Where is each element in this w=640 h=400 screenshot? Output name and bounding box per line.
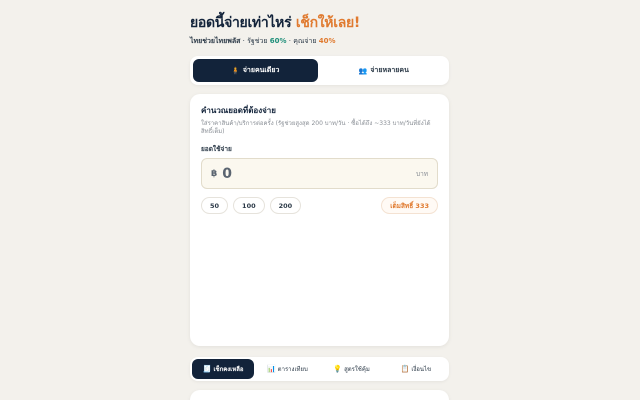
currency-unit: บาท — [415, 169, 428, 178]
tab-label: สูตรใช้คุ้ม — [344, 366, 370, 373]
payment-mode-toggle: 🧍 จ่ายคนเดียว 👥 จ่ายหลายคน — [190, 56, 449, 85]
page-title: ยอดนี้จ่ายเท่าไหร่ เช็กให้เลย! — [190, 12, 360, 34]
tab-label: เช็กคงเหลือ — [213, 366, 244, 373]
you-share-pct: 40% — [318, 37, 336, 45]
quick-amounts: 50 100 200 เต็มสิทธิ์ 333 — [201, 197, 438, 214]
quick-amount-100[interactable]: 100 — [233, 197, 265, 214]
quick-amount-50[interactable]: 50 — [201, 197, 229, 214]
tab-conditions[interactable]: 📋 เงื่อนไข — [385, 359, 447, 379]
amount-input[interactable] — [222, 165, 416, 182]
clipboard-icon: 📋 — [400, 365, 410, 373]
title-accent: เช็กให้เลย! — [295, 15, 360, 31]
tab-compare-table[interactable]: 📊 ตารางเทียบ — [256, 359, 318, 379]
you-share-label: · คุณจ่าย — [288, 37, 317, 45]
bar-chart-icon: 📊 — [266, 365, 276, 373]
tab-content-card — [190, 390, 449, 400]
quick-amount-200[interactable]: 200 — [269, 197, 302, 214]
mode-group-button[interactable]: 👥 จ่ายหลายคน — [322, 59, 447, 82]
mode-group-label: จ่ายหลายคน — [370, 66, 409, 74]
tab-tips[interactable]: 💡 สูตรใช้คุ้ม — [321, 359, 383, 379]
baht-icon: ฿ — [211, 168, 218, 179]
tab-label: เงื่อนไข — [411, 366, 432, 373]
amount-label: ยอดใช้จ่าย — [201, 145, 232, 153]
checklist-icon: 🧾 — [202, 365, 212, 373]
calculator-description: ใส่ราคาสินค้า/บริการต่อครั้ง (รัฐช่วยสูง… — [201, 120, 431, 135]
gov-share-label: · รัฐช่วย — [242, 37, 268, 45]
mode-single-label: จ่ายคนเดียว — [242, 66, 280, 74]
people-icon: 👥 — [358, 66, 368, 75]
amount-field[interactable]: ฿ บาท — [201, 158, 438, 189]
mode-single-button[interactable]: 🧍 จ่ายคนเดียว — [193, 59, 318, 82]
title-main: ยอดนี้จ่ายเท่าไหร่ — [190, 15, 292, 31]
max-entitlement-button[interactable]: เต็มสิทธิ์ 333 — [381, 197, 438, 214]
person-icon: 🧍 — [231, 66, 240, 75]
gov-share-pct: 60% — [269, 37, 287, 45]
calculator-title: คำนวณยอดที่ต้องจ่าย — [201, 106, 276, 115]
brand-name: ไทยช่วยไทยพลัส — [190, 37, 241, 45]
page-subtitle: ไทยช่วยไทยพลัส · รัฐช่วย 60% · คุณจ่าย 4… — [190, 36, 336, 47]
bottom-tabs: 🧾 เช็กคงเหลือ 📊 ตารางเทียบ 💡 สูตรใช้คุ้ม… — [190, 357, 449, 381]
tab-label: ตารางเทียบ — [277, 366, 308, 373]
tab-check-balance[interactable]: 🧾 เช็กคงเหลือ — [192, 359, 255, 379]
calculator-card: คำนวณยอดที่ต้องจ่าย ใส่ราคาสินค้า/บริการ… — [190, 94, 449, 346]
lightbulb-icon: 💡 — [333, 365, 343, 373]
